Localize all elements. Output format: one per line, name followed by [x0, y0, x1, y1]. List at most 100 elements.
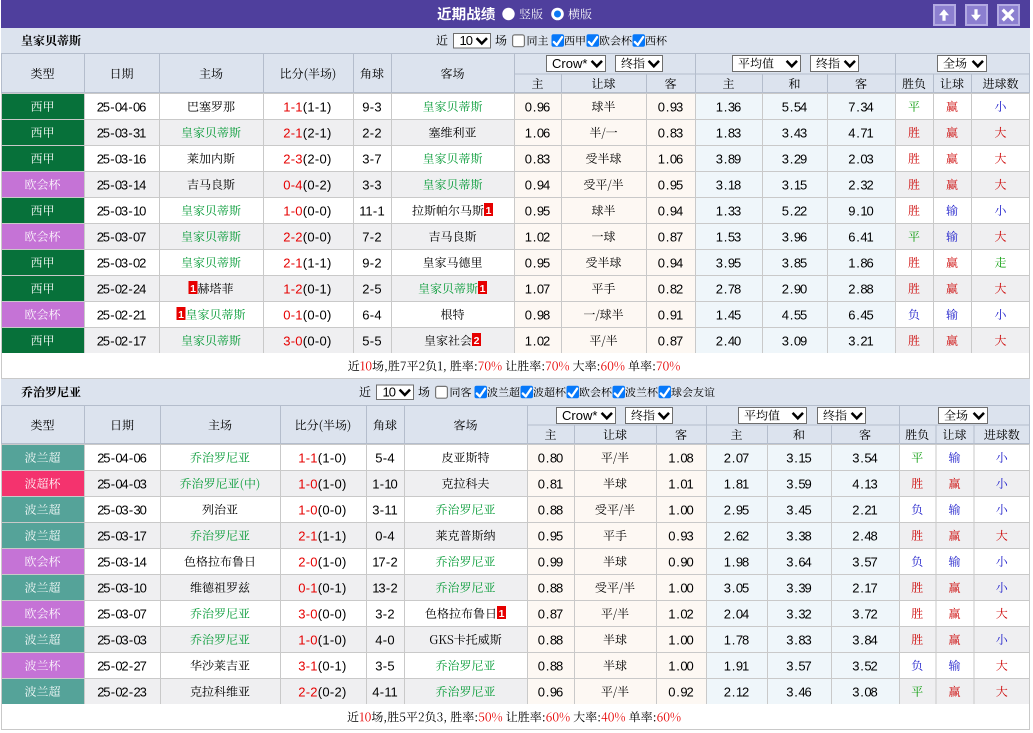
svg-text:0.81: 0.81: [538, 476, 563, 491]
svg-text:2.12: 2.12: [724, 684, 749, 699]
svg-text:2.48: 2.48: [852, 528, 877, 543]
svg-text:9-2: 9-2: [362, 255, 381, 270]
svg-text:0.95: 0.95: [525, 203, 550, 218]
svg-text:3.59: 3.59: [786, 476, 811, 491]
svg-text:2-3: 2-3: [283, 151, 302, 166]
svg-text:0.83: 0.83: [658, 125, 683, 140]
svg-text:1.06: 1.06: [525, 125, 550, 140]
svg-text:2.62: 2.62: [724, 528, 749, 543]
svg-text:25-02-21: 25-02-21: [97, 307, 147, 322]
svg-text:1: 1: [499, 608, 505, 620]
svg-text:3.45: 3.45: [786, 502, 811, 517]
svg-text:0.83: 0.83: [525, 151, 550, 166]
svg-text:2.95: 2.95: [724, 502, 749, 517]
svg-text:0-4: 0-4: [375, 528, 394, 543]
svg-text:0-4: 0-4: [283, 177, 302, 192]
svg-text:0.94: 0.94: [658, 255, 683, 270]
svg-text:1.53: 1.53: [716, 229, 741, 244]
svg-text:1.08: 1.08: [668, 450, 693, 465]
svg-text:1-0: 1-0: [298, 476, 317, 491]
svg-text:(2-0): (2-0): [303, 151, 332, 166]
svg-text:25-04-03: 25-04-03: [97, 476, 147, 491]
svg-text:25-03-14: 25-03-14: [97, 177, 147, 192]
svg-text:25-03-30: 25-03-30: [97, 502, 147, 517]
svg-text:1.45: 1.45: [716, 307, 741, 322]
svg-text:10: 10: [383, 385, 397, 400]
svg-text:3.52: 3.52: [852, 658, 877, 673]
svg-text:2.32: 2.32: [848, 177, 873, 192]
svg-text:25-02-27: 25-02-27: [97, 658, 147, 673]
svg-text:(1-0): (1-0): [318, 632, 347, 647]
svg-text:0.95: 0.95: [538, 528, 563, 543]
svg-text:0.99: 0.99: [538, 554, 563, 569]
svg-text:0.82: 0.82: [658, 281, 683, 296]
svg-text:25-03-17: 25-03-17: [97, 528, 147, 543]
svg-text:4.71: 4.71: [848, 125, 873, 140]
svg-text:9-3: 9-3: [362, 99, 381, 114]
svg-text:(1-0): (1-0): [318, 450, 347, 465]
svg-text:1-10: 1-10: [372, 476, 397, 491]
svg-text:3.18: 3.18: [716, 177, 741, 192]
svg-text:11-1: 11-1: [359, 203, 384, 218]
svg-text:0.93: 0.93: [668, 528, 693, 543]
svg-text:3.05: 3.05: [724, 580, 749, 595]
svg-text:25-03-16: 25-03-16: [97, 151, 147, 166]
svg-text:(1-0): (1-0): [318, 554, 347, 569]
svg-text:4.55: 4.55: [782, 307, 807, 322]
svg-text:2.40: 2.40: [716, 333, 741, 348]
svg-text:2: 2: [474, 335, 480, 347]
svg-text:3.57: 3.57: [786, 658, 811, 673]
svg-text:1.00: 1.00: [668, 502, 693, 517]
svg-text:25-03-14: 25-03-14: [97, 554, 147, 569]
svg-text:0.91: 0.91: [658, 307, 683, 322]
svg-text:3-0: 3-0: [298, 606, 317, 621]
svg-text:0.87: 0.87: [538, 606, 563, 621]
svg-text:6.45: 6.45: [848, 307, 873, 322]
svg-text:7-2: 7-2: [362, 229, 381, 244]
svg-text:2-2: 2-2: [362, 125, 381, 140]
svg-text:5-4: 5-4: [375, 450, 394, 465]
svg-text:3-7: 3-7: [362, 151, 381, 166]
svg-text:(1-1): (1-1): [303, 99, 332, 114]
svg-text:(0-1): (0-1): [318, 580, 347, 595]
svg-text:1-0: 1-0: [283, 203, 302, 218]
svg-text:0.87: 0.87: [658, 333, 683, 348]
svg-text:3.21: 3.21: [848, 333, 873, 348]
svg-text:Crow*: Crow*: [562, 408, 597, 423]
svg-text:0.92: 0.92: [668, 684, 693, 699]
svg-text:0.95: 0.95: [658, 177, 683, 192]
svg-text:1.07: 1.07: [525, 281, 550, 296]
svg-text:10: 10: [460, 33, 474, 48]
svg-text:2.78: 2.78: [716, 281, 741, 296]
svg-text:1.83: 1.83: [716, 125, 741, 140]
svg-text:2-0: 2-0: [298, 554, 317, 569]
svg-text:3.09: 3.09: [782, 333, 807, 348]
svg-text:13-2: 13-2: [372, 580, 397, 595]
svg-text:9.10: 9.10: [848, 203, 873, 218]
svg-text:0.87: 0.87: [658, 229, 683, 244]
svg-text:3.54: 3.54: [852, 450, 877, 465]
svg-text:1.06: 1.06: [658, 151, 683, 166]
svg-text:1-1: 1-1: [298, 450, 317, 465]
svg-text:(2-1): (2-1): [303, 125, 332, 140]
svg-text:3.83: 3.83: [786, 632, 811, 647]
svg-text:0.88: 0.88: [538, 632, 563, 647]
svg-text:1.86: 1.86: [848, 255, 873, 270]
svg-text:(0-0): (0-0): [318, 606, 347, 621]
svg-text:3.57: 3.57: [852, 554, 877, 569]
svg-text:25-04-06: 25-04-06: [97, 450, 147, 465]
svg-text:3.15: 3.15: [782, 177, 807, 192]
svg-text:2.90: 2.90: [782, 281, 807, 296]
svg-text:3.32: 3.32: [786, 606, 811, 621]
svg-text:(0-0): (0-0): [303, 229, 332, 244]
svg-text:0-1: 0-1: [283, 307, 302, 322]
svg-text:3.89: 3.89: [716, 151, 741, 166]
svg-text:(0-0): (0-0): [303, 307, 332, 322]
svg-text:25-02-23: 25-02-23: [97, 684, 147, 699]
svg-text:0.88: 0.88: [538, 658, 563, 673]
svg-text:(0-1): (0-1): [303, 281, 332, 296]
svg-text:4-0: 4-0: [375, 632, 394, 647]
svg-text:1: 1: [190, 283, 196, 295]
svg-text:1.00: 1.00: [668, 580, 693, 595]
svg-text:3.64: 3.64: [786, 554, 811, 569]
